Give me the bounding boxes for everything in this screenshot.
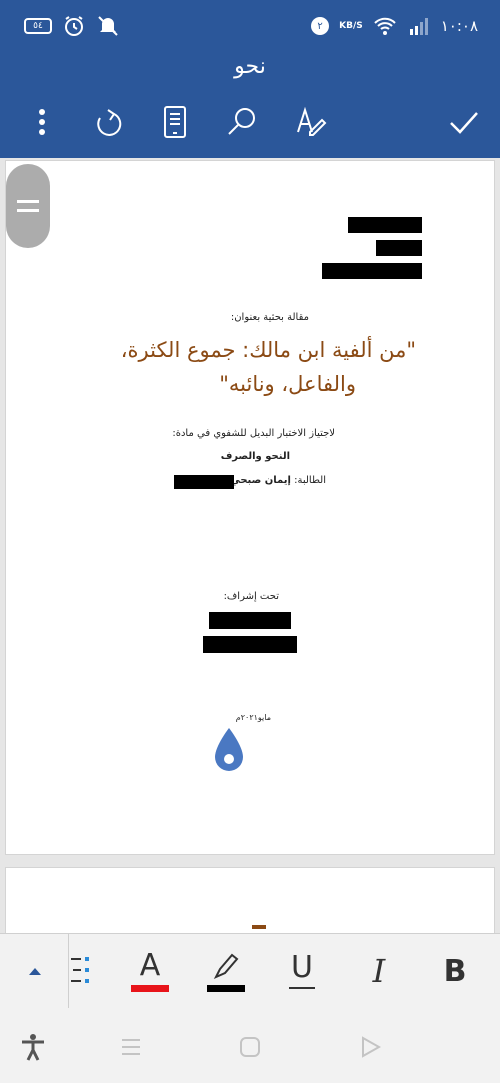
highlight-swatch [207,984,245,992]
underline-glyph: U [291,950,313,985]
mobile-view-icon [164,106,186,138]
accessibility-icon [22,1034,44,1061]
redaction-block [203,636,297,653]
status-right-icons: ٢ KB/S ١٠:٠٨ [311,14,478,38]
reading-view-button[interactable] [157,104,193,140]
redaction-block [348,217,422,233]
redaction-block [322,263,422,279]
cursor-handle-icon[interactable] [212,726,246,774]
status-bar: ٥٤ ٢ KB/S ١٠:٠٨ [0,0,500,52]
back-triangle-icon [362,1036,381,1058]
scroll-handle[interactable] [6,164,50,248]
font-color-button[interactable]: A [130,946,170,996]
home-icon [240,1037,260,1057]
clock: ١٠:٠٨ [440,17,478,35]
wifi-icon [374,17,396,35]
redaction-block [376,240,422,256]
mute-icon [98,16,118,36]
font-color-glyph: A [139,947,161,983]
search-button[interactable] [224,104,260,140]
text-pen-icon [297,106,327,136]
redo-icon [97,109,122,136]
bold-button[interactable]: B [438,946,472,996]
document-title: نحو [0,52,500,86]
article-title-line1: "من ألفية ابن مالك: جموع الكثرة، [120,338,416,362]
done-button[interactable] [446,104,482,140]
top-toolbar [0,86,500,158]
highlight-button[interactable] [206,946,246,996]
underline-button[interactable]: U [285,946,319,996]
handle-line [17,209,39,212]
font-color-swatch [131,984,169,992]
back-button[interactable] [355,1032,385,1062]
subject-text: النحو والصرف [220,451,290,462]
more-options-button[interactable] [24,104,60,140]
recent-apps-button[interactable] [116,1032,146,1062]
student-label: الطالبة: [294,475,326,486]
battery-level: ٥٤ [33,21,43,31]
italic-button[interactable]: I [362,946,396,996]
underline-bar [289,987,315,989]
recents-icon [122,1039,140,1055]
expand-toolbar-button[interactable] [20,946,50,996]
redaction-block [174,475,234,489]
more-vertical-icon [39,109,45,135]
student-name: إيمان صبحي [230,475,291,486]
network-speed: KB/S [339,21,363,31]
notification-badge: ٢ [311,17,330,35]
search-icon [228,108,255,135]
chevron-up-icon [29,968,41,975]
bullets-button[interactable] [70,946,96,996]
battery-icon: ٥٤ [24,18,52,34]
redo-button[interactable] [90,104,126,140]
purpose-text: لاجتياز الاختبار البديل للشفوي في مادة: [172,428,335,439]
bullet-list-icon [71,957,89,983]
accessibility-button[interactable] [18,1032,48,1062]
status-left-icons: ٥٤ [24,14,120,38]
alarm-icon [65,16,83,36]
supervision-label: تحت إشراف: [223,591,279,602]
article-label: مقالة بحثية بعنوان: [230,312,309,323]
highlighter-icon [213,953,239,979]
page2-title-fragment [252,925,266,929]
redaction-block [209,612,291,629]
system-nav-bar [0,1008,500,1083]
article-title-line2: والفاعل، ونائبه" [219,372,356,396]
toolbar-divider [68,934,69,1009]
home-button[interactable] [235,1032,265,1062]
signal-icon [409,18,428,35]
handle-line [17,200,39,203]
student-line: الطالبة: إيمان صبحي [230,475,326,486]
editing-tools-button[interactable] [293,104,329,140]
format-toolbar: A U I B [0,933,500,1009]
checkmark-icon [450,112,478,134]
date-text: مايو٢٠٢١م [235,713,271,722]
